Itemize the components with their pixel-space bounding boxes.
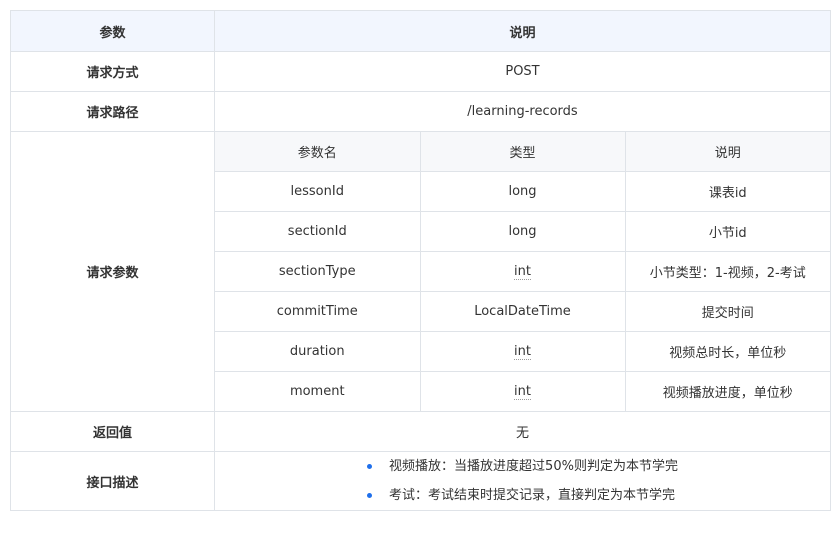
param-name: duration (215, 331, 420, 372)
param-row: commitTime LocalDateTime 提交时间 (215, 291, 830, 332)
list-item: 考试：考试结束时提交记录，直接判定为本节学完 (367, 481, 678, 510)
api-table: 参数 说明 请求方式 POST 请求路径 /learning-records 请… (10, 10, 831, 511)
param-row: lessonId long 课表id (215, 171, 830, 212)
params-row: 请求参数 参数名 类型 说明 lessonId long 课表id sectio… (10, 131, 831, 412)
param-type[interactable]: int (514, 344, 531, 360)
param-name: commitTime (215, 291, 420, 332)
description-label: 接口描述 (10, 451, 215, 511)
param-desc: 视频播放进度，单位秒 (624, 371, 830, 411)
param-type: long (419, 171, 625, 212)
param-type[interactable]: int (514, 384, 531, 400)
param-desc: 提交时间 (624, 291, 830, 332)
return-label: 返回值 (10, 411, 215, 452)
param-row: sectionType int 小节类型：1-视频，2-考试 (215, 251, 830, 292)
method-label: 请求方式 (10, 51, 215, 92)
param-type-cell: int (419, 331, 625, 372)
params-col-name: 参数名 (215, 132, 420, 172)
api-doc: 参数 说明 请求方式 POST 请求路径 /learning-records 请… (10, 10, 831, 511)
param-type[interactable]: int (514, 264, 531, 280)
description-row: 接口描述 视频播放：当播放进度超过50%则判定为本节学完 考试：考试结束时提交记… (10, 451, 831, 511)
param-row: sectionId long 小节id (215, 211, 830, 252)
params-col-desc: 说明 (624, 132, 830, 172)
param-name: lessonId (215, 171, 420, 212)
bullet-dot-icon (367, 464, 373, 469)
params-label: 请求参数 (10, 131, 215, 412)
return-row: 返回值 无 (10, 411, 831, 452)
param-type: long (419, 211, 625, 252)
path-label: 请求路径 (10, 91, 215, 132)
param-desc: 课表id (624, 171, 830, 212)
param-desc: 视频总时长，单位秒 (624, 331, 830, 372)
param-type-cell: int (419, 371, 625, 411)
params-cell: 参数名 类型 说明 lessonId long 课表id sectionId l… (214, 131, 831, 412)
param-column-header: 参数 (10, 10, 215, 52)
param-desc: 小节id (624, 211, 830, 252)
param-row: moment int 视频播放进度，单位秒 (215, 371, 830, 411)
param-name: moment (289, 384, 345, 399)
list-item-text: 视频播放：当播放进度超过50%则判定为本节学完 (389, 459, 678, 474)
param-type: LocalDateTime (419, 291, 625, 332)
param-row: duration int 视频总时长，单位秒 (215, 331, 830, 372)
description-cell: 视频播放：当播放进度超过50%则判定为本节学完 考试：考试结束时提交记录，直接判… (214, 451, 831, 511)
bullet-dot-icon (367, 493, 373, 498)
return-value: 无 (214, 411, 831, 452)
list-item-text: 考试：考试结束时提交记录，直接判定为本节学完 (389, 488, 676, 503)
param-desc: 小节类型：1-视频，2-考试 (624, 251, 830, 292)
path-row: 请求路径 /learning-records (10, 91, 831, 132)
param-name: sectionId (215, 211, 420, 252)
method-row: 请求方式 POST (10, 51, 831, 92)
list-item: 视频播放：当播放进度超过50%则判定为本节学完 (367, 452, 678, 481)
header-row: 参数 说明 (10, 10, 831, 52)
path-value: /learning-records (214, 91, 831, 132)
param-type-cell: int (419, 251, 625, 292)
desc-column-header: 说明 (214, 10, 831, 52)
description-list: 视频播放：当播放进度超过50%则判定为本节学完 考试：考试结束时提交记录，直接判… (367, 452, 678, 510)
params-col-type: 类型 (419, 132, 625, 172)
method-value: POST (214, 51, 831, 92)
param-name: sectionType (215, 251, 420, 292)
params-subtable: 参数名 类型 说明 lessonId long 课表id sectionId l… (215, 132, 830, 411)
params-header-row: 参数名 类型 说明 (215, 132, 830, 172)
